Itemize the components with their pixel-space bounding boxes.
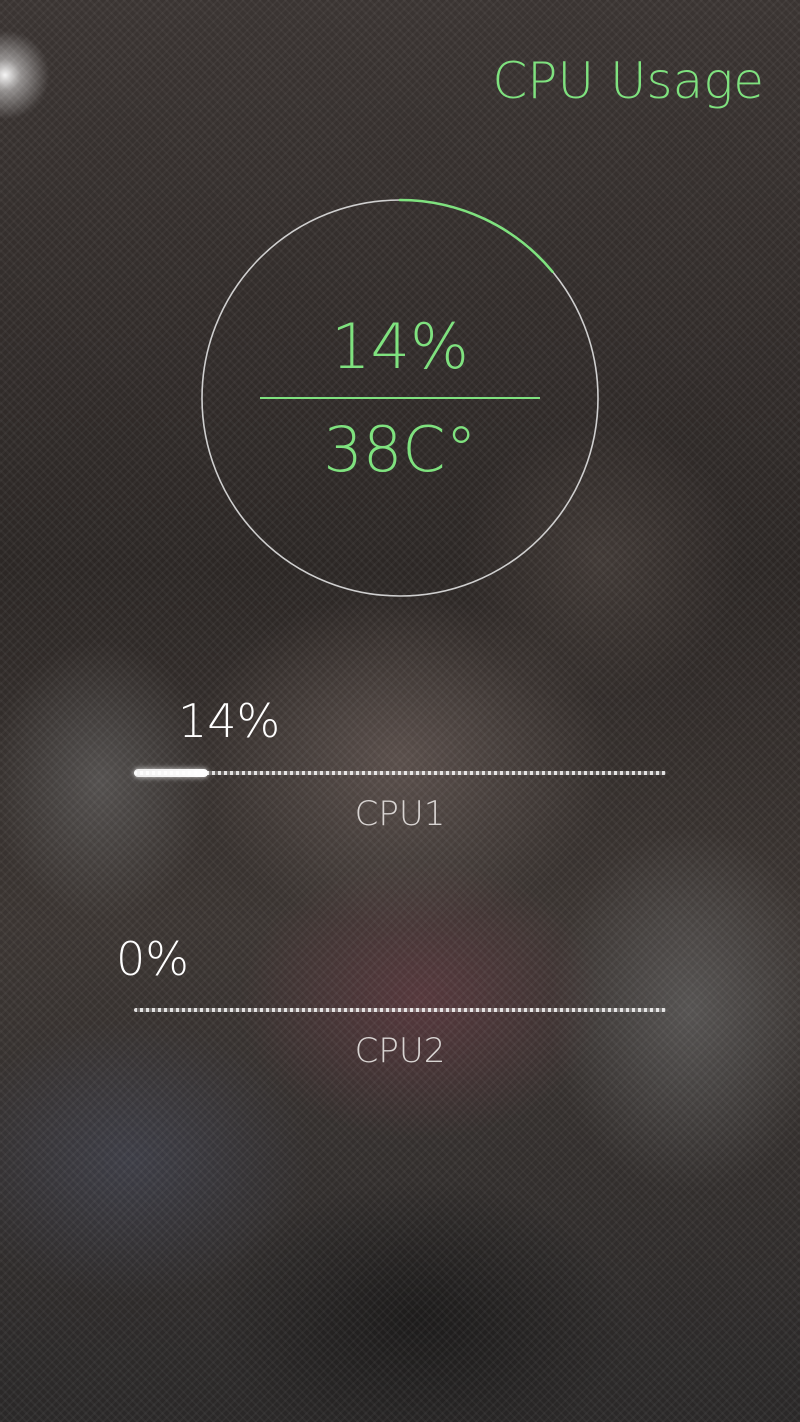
temperature-value: 38C° <box>323 413 477 486</box>
gauge-divider <box>260 397 540 399</box>
core-value: 0% <box>116 932 189 986</box>
total-usage-value: 14% <box>331 310 469 383</box>
core-label: CPU2 <box>354 1031 446 1071</box>
core-value: 14% <box>178 694 281 748</box>
core-usage-fill <box>134 769 209 777</box>
core-usage-bar <box>134 769 666 777</box>
core-label: CPU1 <box>354 794 446 834</box>
gauge-usage-arc <box>398 198 554 274</box>
cpu-gauge: 14% 38C° <box>200 198 600 598</box>
core-usage-bar <box>134 1008 666 1012</box>
page-title: CPU Usage <box>492 52 764 110</box>
